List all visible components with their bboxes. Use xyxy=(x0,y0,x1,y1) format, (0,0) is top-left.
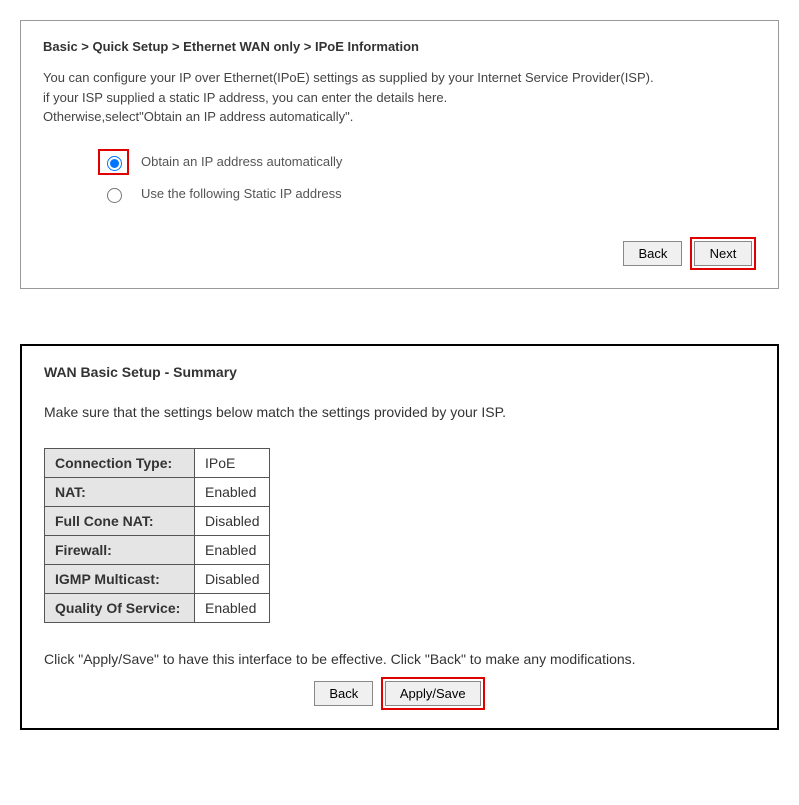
table-row: Firewall:Enabled xyxy=(45,535,270,564)
ipoe-description: You can configure your IP over Ethernet(… xyxy=(43,68,756,127)
radio-static-label: Use the following Static IP address xyxy=(141,186,342,201)
radio-auto-ip[interactable] xyxy=(107,156,122,171)
summary-label: Quality Of Service: xyxy=(45,593,195,622)
breadcrumb: Basic > Quick Setup > Ethernet WAN only … xyxy=(43,39,756,54)
summary-value: Disabled xyxy=(195,506,270,535)
summary-value: IPoE xyxy=(195,448,270,477)
table-row: Quality Of Service:Enabled xyxy=(45,593,270,622)
apply-save-button[interactable]: Apply/Save xyxy=(385,681,481,706)
summary-label: NAT: xyxy=(45,477,195,506)
radio-row-auto: Obtain an IP address automatically xyxy=(98,149,756,175)
description-line-1: You can configure your IP over Ethernet(… xyxy=(43,70,654,85)
apply-save-note: Click "Apply/Save" to have this interfac… xyxy=(44,651,755,667)
summary-label: Firewall: xyxy=(45,535,195,564)
summary-value: Disabled xyxy=(195,564,270,593)
table-row: IGMP Multicast:Disabled xyxy=(45,564,270,593)
summary-table: Connection Type:IPoENAT:EnabledFull Cone… xyxy=(44,448,270,623)
summary-label: IGMP Multicast: xyxy=(45,564,195,593)
description-line-3: Otherwise,select"Obtain an IP address au… xyxy=(43,109,353,124)
summary-button-row: Back Apply/Save xyxy=(44,677,755,710)
summary-label: Full Cone NAT: xyxy=(45,506,195,535)
page-title: WAN Basic Setup - Summary xyxy=(44,364,755,380)
table-row: Full Cone NAT:Disabled xyxy=(45,506,270,535)
ipoe-information-panel: Basic > Quick Setup > Ethernet WAN only … xyxy=(20,20,779,289)
summary-label: Connection Type: xyxy=(45,448,195,477)
back-button[interactable]: Back xyxy=(623,241,682,266)
back-button-summary[interactable]: Back xyxy=(314,681,373,706)
radio-static-ip[interactable] xyxy=(107,188,122,203)
table-row: Connection Type:IPoE xyxy=(45,448,270,477)
radio-auto-label: Obtain an IP address automatically xyxy=(141,154,342,169)
summary-instruction: Make sure that the settings below match … xyxy=(44,404,755,420)
summary-value: Enabled xyxy=(195,535,270,564)
description-line-2: if your ISP supplied a static IP address… xyxy=(43,90,447,105)
summary-value: Enabled xyxy=(195,477,270,506)
next-button[interactable]: Next xyxy=(694,241,752,266)
summary-value: Enabled xyxy=(195,593,270,622)
radio-row-static: Use the following Static IP address xyxy=(98,181,756,207)
ip-mode-radio-group: Obtain an IP address automatically Use t… xyxy=(98,149,756,207)
highlight-auto-radio xyxy=(98,149,129,175)
highlight-next-button: Next xyxy=(690,237,756,270)
wan-summary-panel: WAN Basic Setup - Summary Make sure that… xyxy=(20,344,779,730)
table-row: NAT:Enabled xyxy=(45,477,270,506)
highlight-apply-button: Apply/Save xyxy=(381,677,485,710)
ipoe-button-row: Back Next xyxy=(43,237,756,270)
